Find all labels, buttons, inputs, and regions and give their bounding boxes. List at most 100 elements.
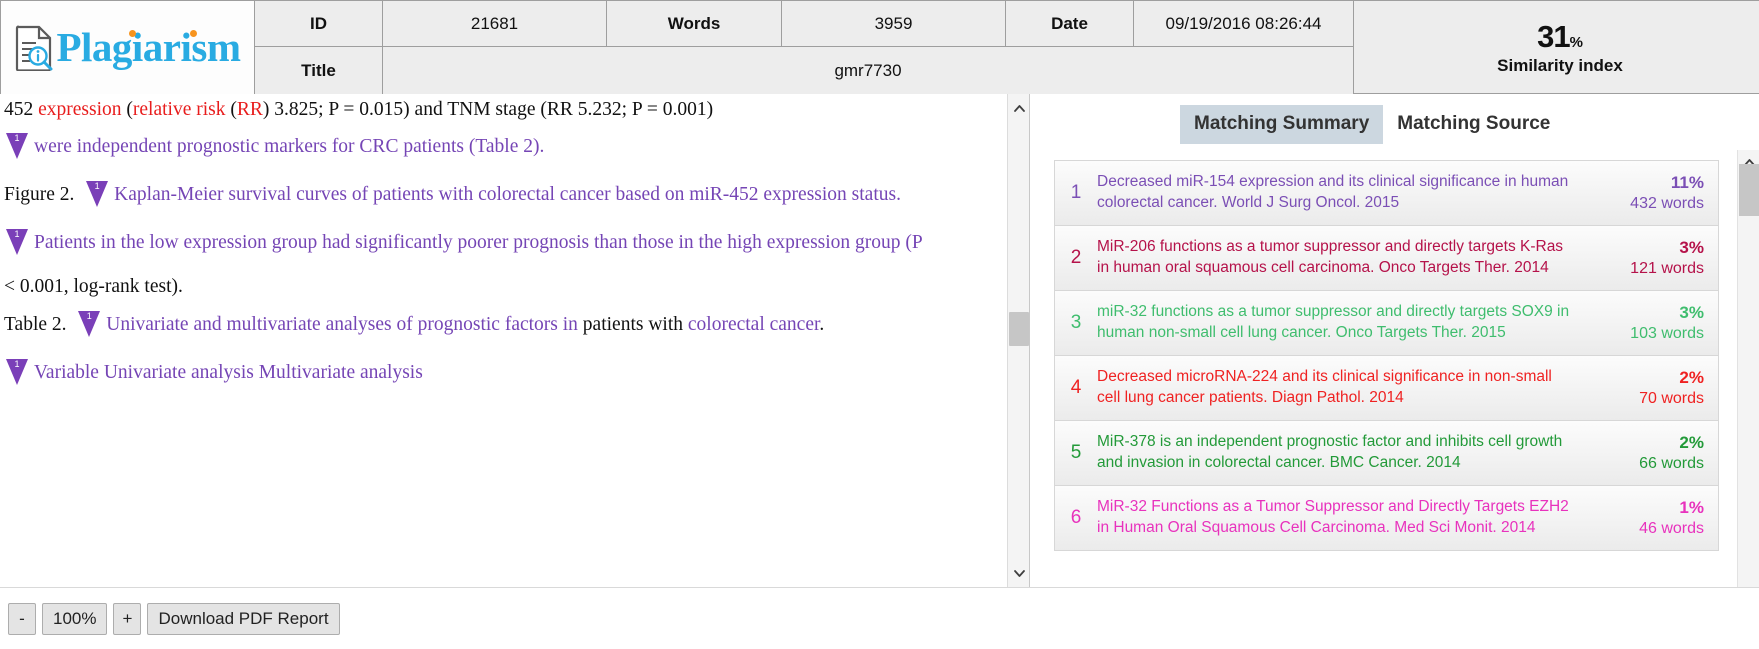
source-word-count: 121 words xyxy=(1630,259,1704,277)
match-marker-number: 1 xyxy=(14,358,20,369)
match-marker-number: 1 xyxy=(94,181,100,192)
matching-source-row[interactable]: 6 MiR-32 Functions as a Tumor Suppressor … xyxy=(1054,485,1719,551)
source-stats: 2% 70 words xyxy=(1590,367,1718,410)
document-text-segment-red[interactable]: relative risk xyxy=(133,99,226,120)
matching-source-row[interactable]: 1 Decreased miR-154 expression and its cl… xyxy=(1054,160,1719,226)
matches-scrollbar[interactable] xyxy=(1737,150,1759,587)
brand-logo: Plagiarism xyxy=(0,0,255,94)
report-footer-toolbar: - 100% + Download PDF Report xyxy=(0,587,1759,649)
match-marker-triangle-icon[interactable]: 1 xyxy=(6,133,28,160)
source-title[interactable]: Decreased microRNA-224 and its clinical … xyxy=(1097,367,1590,409)
source-percent: 1% xyxy=(1679,497,1704,517)
document-text-segment-red[interactable]: RR xyxy=(237,99,263,120)
document-line: < 0.001, log-rank test). xyxy=(4,277,997,297)
match-marker-triangle-icon[interactable]: 1 xyxy=(6,358,28,385)
document-line: Table 2. 1 Univariate and multivariate an… xyxy=(4,310,997,337)
source-index: 3 xyxy=(1070,312,1082,333)
match-marker-number: 1 xyxy=(14,229,20,240)
document-text-segment-purple[interactable]: Patients in the low expression group had… xyxy=(34,232,923,253)
source-word-count: 103 words xyxy=(1630,324,1704,342)
matches-scrollbar-thumb[interactable] xyxy=(1739,164,1759,216)
similarity-index-panel: 31 % Similarity index xyxy=(1354,0,1759,93)
zoom-in-button[interactable]: + xyxy=(113,602,142,635)
matching-source-row[interactable]: 4 Decreased microRNA-224 and its clinical… xyxy=(1054,355,1719,421)
similarity-percent-sign: % xyxy=(1569,33,1583,51)
similarity-value: 31 xyxy=(1537,18,1570,54)
document-text-segment-black: ) 3.825; P = 0.015) and TNM stage (RR 5.… xyxy=(262,99,714,120)
tab-matching-source[interactable]: Matching Source xyxy=(1383,105,1564,144)
source-percent: 11% xyxy=(1670,172,1704,192)
document-line-prefix: Table 2. xyxy=(4,313,77,335)
document-line: Figure 2. 1 Kaplan-Meier survival curves … xyxy=(4,181,997,208)
matching-source-row[interactable]: 3 miR-32 functions as a tumor suppressor … xyxy=(1054,290,1719,356)
matching-source-row[interactable]: 2 MiR-206 functions as a tumor suppressor… xyxy=(1054,225,1719,291)
zoom-level-display[interactable]: 100% xyxy=(42,602,108,635)
source-stats: 3% 121 words xyxy=(1590,237,1718,280)
source-word-count: 46 words xyxy=(1639,519,1704,537)
source-index: 5 xyxy=(1070,442,1082,463)
source-title[interactable]: MiR-206 functions as a tumor suppressor … xyxy=(1097,237,1590,279)
source-stats: 3% 103 words xyxy=(1590,302,1718,345)
match-marker-triangle-icon[interactable]: 1 xyxy=(86,181,109,208)
source-percent: 3% xyxy=(1679,237,1704,257)
match-marker-number: 1 xyxy=(14,133,20,144)
document-line: 1 Variable Univariate analysis Multivaria… xyxy=(4,358,997,385)
tab-matching-summary[interactable]: Matching Summary xyxy=(1180,104,1384,144)
document-text-segment-black: ( xyxy=(225,99,237,120)
document-text-segment-black: patients with xyxy=(582,313,688,335)
document-text-segment-black: < 0.001, log-rank test). xyxy=(4,276,183,298)
brand-name: Plagiarism xyxy=(56,24,241,70)
source-index: 2 xyxy=(1070,247,1082,268)
matching-source-row[interactable]: 5 MiR-378 is an independent prognostic fa… xyxy=(1054,420,1719,486)
source-percent: 2% xyxy=(1679,432,1704,452)
document-text-segment-red[interactable]: expression xyxy=(38,99,121,120)
match-marker-triangle-icon[interactable]: 1 xyxy=(6,229,28,256)
source-word-count: 70 words xyxy=(1639,389,1704,407)
words-label: Words xyxy=(607,1,782,47)
source-stats: 11% 432 words xyxy=(1590,172,1718,215)
source-percent: 2% xyxy=(1679,367,1704,387)
source-title[interactable]: MiR-378 is an independent prognostic fac… xyxy=(1097,432,1590,474)
document-metadata-table: ID 21681 Words 3959 Date 09/19/2016 08:2… xyxy=(255,0,1354,94)
report-body: 452 expression (relative risk (RR) 3.825… xyxy=(0,94,1759,587)
source-percent: 3% xyxy=(1679,302,1704,322)
document-text-segment-purple[interactable]: were independent prognostic markers for … xyxy=(34,136,544,157)
document-text-segment-purple[interactable]: Variable Univariate analysis Multivariat… xyxy=(34,362,423,383)
document-line: 1 Patients in the low expression group ha… xyxy=(4,229,997,256)
source-stats: 2% 66 words xyxy=(1590,432,1718,475)
source-stats: 1% 46 words xyxy=(1590,497,1718,540)
source-title[interactable]: MiR-32 Functions as a Tumor Suppressor a… xyxy=(1097,497,1590,539)
similarity-index-label: Similarity index xyxy=(1497,55,1623,75)
source-index: 4 xyxy=(1070,377,1082,398)
document-text: 452 expression (relative risk (RR) 3.825… xyxy=(0,94,1007,587)
id-label: ID xyxy=(255,1,383,47)
document-text-segment-black: . xyxy=(819,313,825,335)
document-text-segment-purple[interactable]: Kaplan-Meier survival curves of patients… xyxy=(114,184,901,205)
title-label: Title xyxy=(255,47,383,94)
document-text-segment-purple[interactable]: colorectal cancer xyxy=(688,314,820,335)
document-text-segment-black: 452 xyxy=(4,99,39,120)
source-word-count: 432 words xyxy=(1630,194,1704,212)
download-pdf-report-button[interactable]: Download PDF Report xyxy=(147,602,340,635)
document-viewer-pane[interactable]: 452 expression (relative risk (RR) 3.825… xyxy=(0,94,1030,587)
report-header: Plagiarism ID 21681 Words 3959 Date 09/1… xyxy=(0,0,1759,94)
zoom-out-button[interactable]: - xyxy=(8,602,36,635)
scroll-down-icon[interactable] xyxy=(1008,559,1029,587)
metadata-row-1: ID 21681 Words 3959 Date 09/19/2016 08:2… xyxy=(255,1,1354,47)
source-title[interactable]: Decreased miR-154 expression and its cli… xyxy=(1097,172,1590,214)
date-label: Date xyxy=(1006,1,1134,47)
match-marker-triangle-icon[interactable]: 1 xyxy=(78,310,101,337)
source-title[interactable]: miR-32 functions as a tumor suppressor a… xyxy=(1097,302,1590,344)
date-value: 09/19/2016 08:26:44 xyxy=(1134,1,1354,47)
document-scrollbar-thumb[interactable] xyxy=(1009,312,1029,346)
matches-tabs: Matching Summary Matching Source xyxy=(1030,94,1759,144)
document-text-segment-purple[interactable]: Univariate and multivariate analyses of … xyxy=(106,314,583,335)
document-scrollbar[interactable] xyxy=(1007,94,1029,587)
scroll-up-icon[interactable] xyxy=(1008,94,1029,122)
brand-name-wrap: Plagiarism xyxy=(56,24,241,70)
source-word-count: 66 words xyxy=(1639,454,1704,472)
title-value: gmr7730 xyxy=(383,47,1354,94)
matching-summary-list: 1 Decreased miR-154 expression and its cl… xyxy=(1030,150,1733,587)
source-index: 1 xyxy=(1070,182,1082,203)
matches-pane: Matching Summary Matching Source 1 Decreas… xyxy=(1030,94,1759,587)
